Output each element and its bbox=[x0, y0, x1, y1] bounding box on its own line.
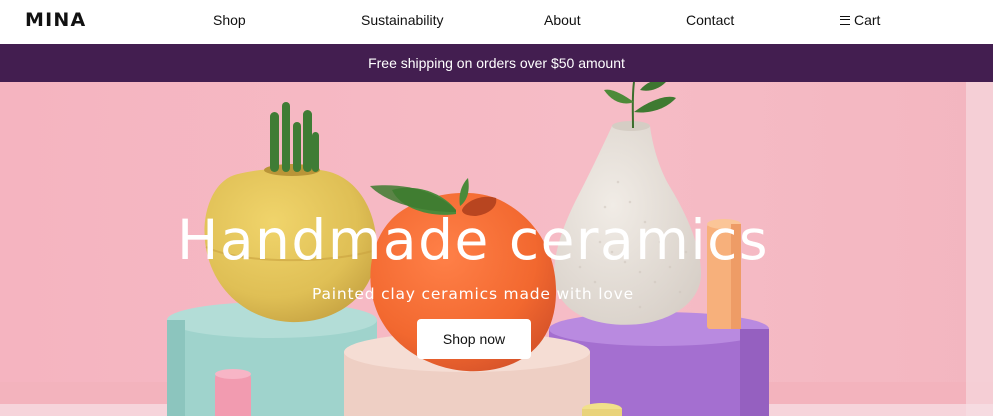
brand-logo[interactable]: MINA bbox=[25, 9, 86, 31]
shop-now-button[interactable]: Shop now bbox=[417, 319, 531, 359]
cart-button[interactable]: Cart bbox=[840, 12, 880, 28]
nav-link-shop[interactable]: Shop bbox=[213, 12, 246, 28]
hero-title: Handmade ceramics bbox=[177, 208, 769, 272]
nav-link-sustainability[interactable]: Sustainability bbox=[361, 12, 444, 28]
nav-link-contact[interactable]: Contact bbox=[686, 12, 734, 28]
cart-label: Cart bbox=[854, 12, 881, 28]
pink-cylinder bbox=[215, 369, 251, 416]
yellow-cylinder bbox=[582, 403, 622, 416]
nav-link-about[interactable]: About bbox=[544, 12, 581, 28]
hero-subtitle: Painted clay ceramics made with love bbox=[312, 285, 634, 303]
hero-section: Handmade ceramics Painted clay ceramics … bbox=[0, 82, 993, 416]
menu-icon bbox=[840, 15, 850, 25]
promo-banner-text: Free shipping on orders over $50 amount bbox=[368, 55, 625, 71]
top-navigation: MINA Shop Sustainability About Contact C… bbox=[0, 0, 993, 44]
promo-banner: Free shipping on orders over $50 amount bbox=[0, 44, 993, 82]
